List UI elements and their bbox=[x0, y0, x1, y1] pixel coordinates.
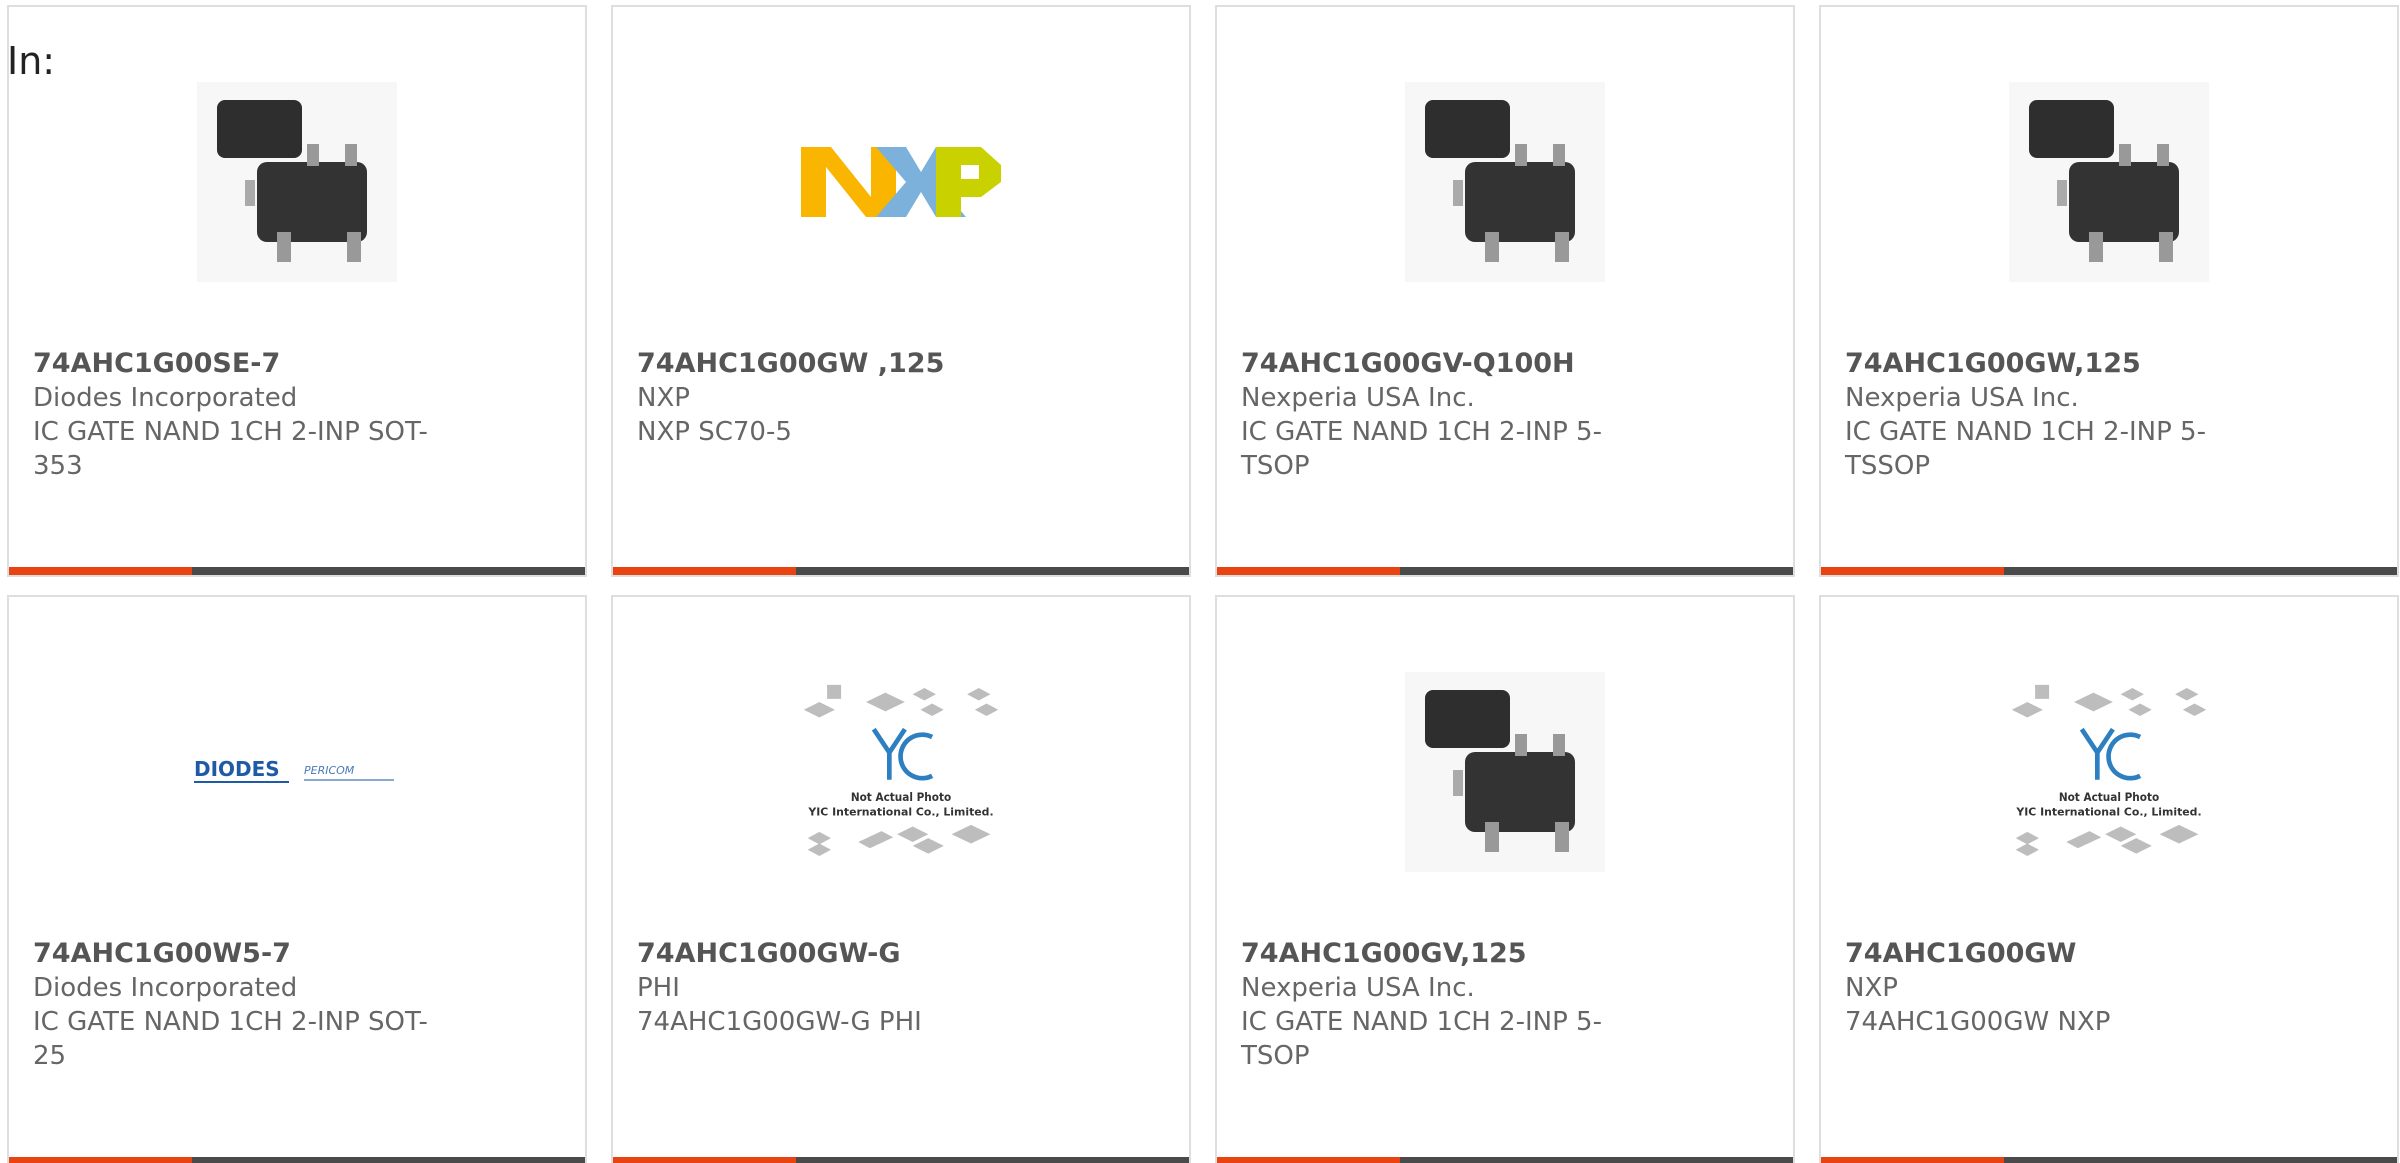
manufacturer: Diodes Incorporated bbox=[33, 973, 298, 1003]
chip-package-icon[interactable] bbox=[1400, 667, 1610, 877]
part-number[interactable]: 74AHC1G00GW ,125 bbox=[637, 347, 1057, 381]
product-card[interactable]: 74AHC1G00GV,125 Nexperia USA Inc. IC GATE … bbox=[1215, 595, 1795, 1163]
manufacturer: NXP bbox=[637, 383, 690, 413]
card-footer-bar bbox=[1821, 567, 2397, 575]
part-number[interactable]: 74AHC1G00GW-G bbox=[637, 937, 1057, 971]
description: NXP SC70-5 bbox=[637, 417, 792, 447]
part-number[interactable]: 74AHC1G00GV,125 bbox=[1241, 937, 1661, 971]
svg-text:YIC International Co., Limited: YIC International Co., Limited. bbox=[807, 806, 993, 819]
product-card[interactable]: Not Actual Photo YIC International Co., L… bbox=[1819, 595, 2399, 1163]
card-footer-bar bbox=[9, 567, 585, 575]
filter-label: In: bbox=[7, 39, 56, 83]
nxp-logo[interactable] bbox=[796, 77, 1006, 287]
card-footer-accent bbox=[1821, 567, 2004, 575]
manufacturer: Diodes Incorporated bbox=[33, 383, 298, 413]
manufacturer: PHI bbox=[637, 973, 680, 1003]
part-number[interactable]: 74AHC1G00GW,125 bbox=[1845, 347, 2265, 381]
svg-text:YIC International Co., Limited: YIC International Co., Limited. bbox=[2015, 806, 2201, 819]
card-footer-accent bbox=[1217, 567, 1400, 575]
card-footer-accent bbox=[613, 1157, 796, 1163]
description: 74AHC1G00GW NXP bbox=[1845, 1007, 2111, 1037]
part-number[interactable]: 74AHC1G00GW bbox=[1845, 937, 2265, 971]
manufacturer: Nexperia USA Inc. bbox=[1241, 973, 1475, 1003]
placeholder-photo[interactable]: Not Actual Photo YIC International Co., L… bbox=[2004, 667, 2214, 877]
svg-text:PERICOM: PERICOM bbox=[304, 764, 355, 777]
card-footer-accent bbox=[9, 567, 192, 575]
chip-package-icon[interactable] bbox=[192, 77, 402, 287]
product-info: 74AHC1G00SE-7 Diodes Incorporated IC GATE … bbox=[33, 347, 453, 483]
svg-text:DIODES: DIODES bbox=[194, 757, 280, 781]
description: IC GATE NAND 1CH 2-INP SOT-25 bbox=[33, 1007, 428, 1071]
card-footer-bar bbox=[1217, 567, 1793, 575]
product-card[interactable]: 74AHC1G00GW,125 Nexperia USA Inc. IC GATE … bbox=[1819, 5, 2399, 577]
product-info: 74AHC1G00GV-Q100H Nexperia USA Inc. IC GAT… bbox=[1241, 347, 1661, 483]
part-number[interactable]: 74AHC1G00GV-Q100H bbox=[1241, 347, 1661, 381]
description: IC GATE NAND 1CH 2-INP SOT-353 bbox=[33, 417, 428, 481]
page: 74AHC1G00SE-7 Diodes Incorporated IC GATE … bbox=[0, 0, 2400, 1163]
part-number[interactable]: 74AHC1G00SE-7 bbox=[33, 347, 453, 381]
product-card[interactable]: 74AHC1G00GV-Q100H Nexperia USA Inc. IC GAT… bbox=[1215, 5, 1795, 577]
manufacturer: NXP bbox=[1845, 973, 1898, 1003]
product-card[interactable]: 74AHC1G00SE-7 Diodes Incorporated IC GATE … bbox=[7, 5, 587, 577]
description: IC GATE NAND 1CH 2-INP 5-TSOP bbox=[1241, 1007, 1602, 1071]
card-footer-bar bbox=[613, 1157, 1189, 1163]
manufacturer: Nexperia USA Inc. bbox=[1845, 383, 2079, 413]
product-info: 74AHC1G00GW NXP 74AHC1G00GW NXP bbox=[1845, 937, 2265, 1039]
card-footer-accent bbox=[613, 567, 796, 575]
svg-text:Not Actual Photo: Not Actual Photo bbox=[851, 790, 951, 804]
product-info: 74AHC1G00W5-7 Diodes Incorporated IC GATE … bbox=[33, 937, 453, 1073]
card-footer-accent bbox=[1821, 1157, 2004, 1163]
product-card[interactable]: Not Actual Photo YIC International Co., L… bbox=[611, 595, 1191, 1163]
part-number[interactable]: 74AHC1G00W5-7 bbox=[33, 937, 453, 971]
svg-text:Not Actual Photo: Not Actual Photo bbox=[2059, 790, 2159, 804]
description: 74AHC1G00GW-G PHI bbox=[637, 1007, 922, 1037]
card-footer-bar bbox=[9, 1157, 585, 1163]
product-info: 74AHC1G00GV,125 Nexperia USA Inc. IC GATE … bbox=[1241, 937, 1661, 1073]
product-info: 74AHC1G00GW-G PHI 74AHC1G00GW-G PHI bbox=[637, 937, 1057, 1039]
description: IC GATE NAND 1CH 2-INP 5-TSSOP bbox=[1845, 417, 2206, 481]
chip-package-icon[interactable] bbox=[2004, 77, 2214, 287]
chip-package-icon[interactable] bbox=[1400, 77, 1610, 287]
card-footer-accent bbox=[9, 1157, 192, 1163]
product-card[interactable]: DIODES PERICOM 74AHC1G00W5-7 Diodes Incorpo… bbox=[7, 595, 587, 1163]
product-info: 74AHC1G00GW,125 Nexperia USA Inc. IC GATE … bbox=[1845, 347, 2265, 483]
placeholder-photo[interactable]: Not Actual Photo YIC International Co., L… bbox=[796, 667, 1006, 877]
card-footer-bar bbox=[613, 567, 1189, 575]
diodes-logo[interactable]: DIODES PERICOM bbox=[192, 667, 402, 877]
manufacturer: Nexperia USA Inc. bbox=[1241, 383, 1475, 413]
product-info: 74AHC1G00GW ,125 NXP NXP SC70-5 bbox=[637, 347, 1057, 449]
card-footer-bar bbox=[1217, 1157, 1793, 1163]
card-footer-accent bbox=[1217, 1157, 1400, 1163]
product-card[interactable]: 74AHC1G00GW ,125 NXP NXP SC70-5 bbox=[611, 5, 1191, 577]
card-footer-bar bbox=[1821, 1157, 2397, 1163]
description: IC GATE NAND 1CH 2-INP 5-TSOP bbox=[1241, 417, 1602, 481]
